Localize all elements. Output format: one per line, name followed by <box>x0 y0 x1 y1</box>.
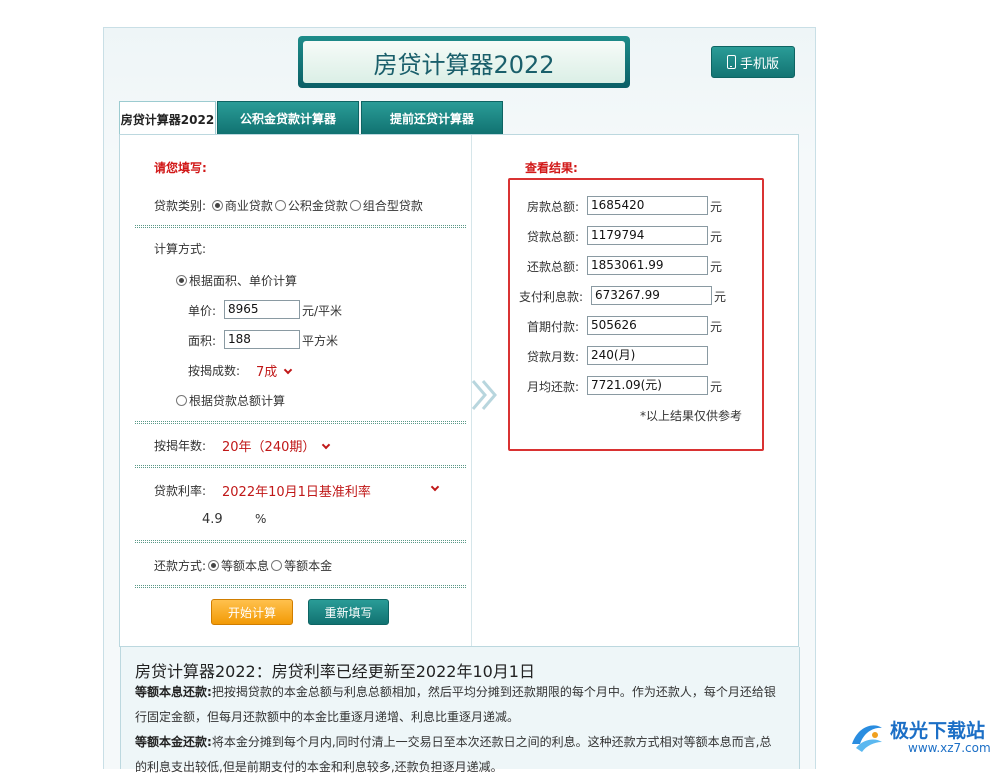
chevron-down-icon <box>430 482 440 492</box>
result-unit: 元 <box>710 380 723 394</box>
info-p1-bold: 等额本息还款: <box>135 685 212 699</box>
result-down-payment-value[interactable]: 505626 <box>587 316 708 335</box>
method-total-label: 根据贷款总额计算 <box>189 394 286 408</box>
price-label: 单价: <box>188 304 217 318</box>
rate-select[interactable]: 2022年10月1日基准利率 <box>222 481 442 500</box>
method-area-label: 根据面积、单价计算 <box>189 274 298 288</box>
info-title: 房贷计算器2022：房贷利率已经更新至2022年10月1日 <box>135 662 535 681</box>
result-unit: 元 <box>714 290 727 304</box>
form-heading: 请您填写: <box>154 161 207 175</box>
watermark: 极光下载站 www.xz7.com <box>848 712 1003 762</box>
result-unit: 元 <box>710 230 723 244</box>
rate-select-value: 2022年10月1日基准利率 <box>222 485 371 500</box>
info-paragraph-1-cont: 行固定金额，但每月还款额中的本金比重逐月递增、利息比重逐月递减。 <box>135 710 520 724</box>
result-interest-label: 支付利息款: <box>519 290 584 304</box>
result-months-label: 贷款月数: <box>527 350 580 364</box>
info-p2-bold: 等额本金还款: <box>135 735 212 749</box>
watermark-name: 极光下载站 <box>890 720 986 742</box>
result-house-total-label: 房款总额: <box>527 200 580 214</box>
divider <box>135 465 466 468</box>
result-interest-value[interactable]: 673267.99 <box>591 286 712 305</box>
ratio-label: 按揭成数: <box>188 364 241 378</box>
info-paragraph-1: 等额本息还款:把按揭贷款的本金总额与利息总额相加，然后平均分摊到还款期限的每个月… <box>135 680 785 705</box>
result-monthly-value[interactable]: 7721.09(元) <box>587 376 708 395</box>
result-repay-total-label: 还款总额: <box>527 260 580 274</box>
reset-button[interactable]: 重新填写 <box>308 599 389 625</box>
info-paragraph-2: 等额本金还款:将本金分摊到每个月内,同时付清上一交易日至本次还款日之间的利息。这… <box>135 730 785 755</box>
info-paragraph-2-cont: 的利息支出较低,但是前期支付的本金和利息较多,还款负担逐月递减。 <box>135 760 503 774</box>
watermark-logo-icon <box>852 725 882 752</box>
result-house-total-value[interactable]: 1685420 <box>587 196 708 215</box>
method-area-radio[interactable] <box>176 275 187 286</box>
mobile-version-label: 手机版 <box>739 56 779 72</box>
years-select[interactable]: 20年（240期） <box>222 436 331 455</box>
tab-prepayment[interactable]: 提前还贷计算器 <box>361 101 503 135</box>
result-unit: 元 <box>710 200 723 214</box>
rate-number-input[interactable]: 4.9 <box>202 512 223 527</box>
rate-label: 贷款利率: <box>154 484 207 498</box>
loan-type-fund-radio[interactable] <box>274 200 286 211</box>
area-input[interactable]: 188 <box>224 330 300 349</box>
result-loan-total-label: 贷款总额: <box>527 230 580 244</box>
result-monthly-label: 月均还款: <box>527 380 580 394</box>
repay-row: 还款方式: 等额本息 等额本金 <box>154 557 332 574</box>
chevron-down-icon <box>322 440 331 450</box>
divider <box>135 585 466 588</box>
repay-equal-principal-radio[interactable] <box>271 560 283 571</box>
repay-equal-installment-radio[interactable] <box>208 560 220 571</box>
result-repay-total-value[interactable]: 1853061.99 <box>587 256 708 275</box>
tab-provident-fund[interactable]: 公积金贷款计算器 <box>217 101 359 135</box>
start-calculate-button[interactable]: 开始计算 <box>211 599 293 625</box>
loan-type-combined-radio[interactable] <box>349 200 361 211</box>
result-note: *以上结果仅供参考 <box>640 409 743 423</box>
loan-type-combined-label: 组合型贷款 <box>362 199 423 213</box>
page-title: 房贷计算器2022 <box>303 41 625 83</box>
loan-type-row: 贷款类别: 商业贷款 公积金贷款 组合型贷款 <box>154 197 423 214</box>
divider <box>135 540 466 543</box>
loan-type-fund-label: 公积金贷款 <box>287 199 348 213</box>
loan-type-label: 贷款类别: <box>154 199 207 213</box>
area-label: 面积: <box>188 334 217 348</box>
calc-method-label: 计算方式: <box>154 242 207 256</box>
repay-equal-principal-label: 等额本金 <box>284 559 333 573</box>
phone-icon <box>726 55 736 69</box>
mobile-version-button[interactable]: 手机版 <box>711 46 795 78</box>
method-total-row: 根据贷款总额计算 <box>174 392 285 409</box>
repay-equal-installment-label: 等额本息 <box>221 559 270 573</box>
divider <box>135 421 466 424</box>
area-unit: 平方米 <box>302 334 339 348</box>
result-loan-total-value[interactable]: 1179794 <box>587 226 708 245</box>
ratio-select[interactable]: 7成 <box>256 361 293 380</box>
result-heading: 查看结果: <box>525 161 578 175</box>
price-unit: 元/平米 <box>302 304 343 318</box>
divider <box>135 225 466 228</box>
result-months-value[interactable]: 240(月) <box>587 346 708 365</box>
ratio-select-value: 7成 <box>256 365 278 380</box>
loan-type-commercial-radio[interactable] <box>211 200 223 211</box>
watermark-url: www.xz7.com <box>908 741 991 755</box>
title-badge: 房贷计算器2022 <box>298 36 630 88</box>
repay-label: 还款方式: <box>154 559 207 573</box>
chevron-down-icon <box>284 365 293 375</box>
tab-mortgage-calculator[interactable]: 房贷计算器2022 <box>119 101 216 136</box>
rate-unit: % <box>255 512 267 526</box>
double-chevron-right-icon <box>471 380 497 410</box>
method-area-row: 根据面积、单价计算 <box>174 272 297 289</box>
price-input[interactable]: 8965 <box>224 300 300 319</box>
method-total-radio[interactable] <box>176 395 187 406</box>
years-select-value: 20年（240期） <box>222 440 316 455</box>
result-unit: 元 <box>710 260 723 274</box>
info-p1-text: 把按揭贷款的本金总额与利息总额相加，然后平均分摊到还款期限的每个月中。作为还款人… <box>211 685 776 699</box>
loan-type-commercial-label: 商业贷款 <box>224 199 273 213</box>
result-down-payment-label: 首期付款: <box>527 320 580 334</box>
years-label: 按揭年数: <box>154 439 207 453</box>
info-p2-text: 将本金分摊到每个月内,同时付清上一交易日至本次还款日之间的利息。这种还款方式相对… <box>211 735 772 749</box>
result-unit: 元 <box>710 320 723 334</box>
